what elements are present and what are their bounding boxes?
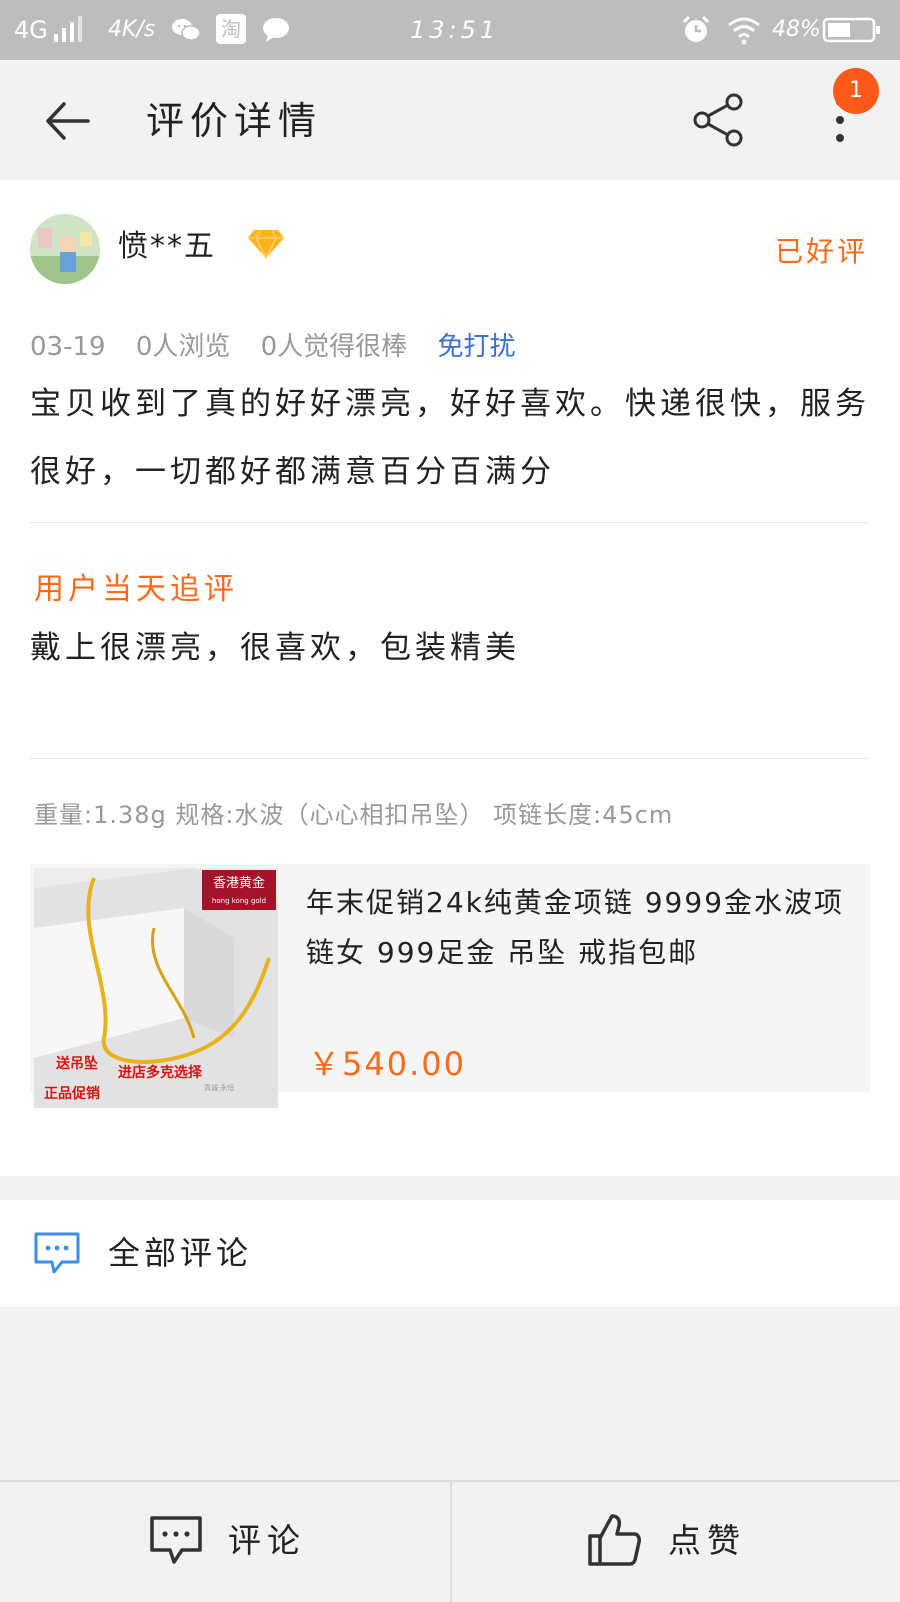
- comment-button[interactable]: 评论: [0, 1482, 452, 1602]
- product-card[interactable]: 香港黄金 hong kong gold 送吊坠 进店多克选择 正品促销 真诚·永…: [30, 864, 870, 1108]
- product-title[interactable]: 年末促销24k纯黄金项链 9999金水波项链女 999足金 吊坠 戒指包邮: [306, 878, 862, 978]
- share-icon[interactable]: [690, 90, 750, 150]
- product-spec: 重量:1.38g 规格:水波（心心相扣吊坠） 项链长度:45cm: [34, 801, 674, 829]
- product-image[interactable]: 香港黄金 hong kong gold 送吊坠 进店多克选择 正品促销 真诚·永…: [34, 868, 278, 1108]
- wifi-icon: [728, 17, 760, 45]
- promo-text-2: 进店多克选择: [118, 1064, 203, 1081]
- divider: [30, 522, 870, 523]
- clock: 13:51: [410, 16, 500, 44]
- small-caption: 真诚·永恒: [204, 1083, 234, 1092]
- battery-percent: 48%: [772, 17, 821, 42]
- review-date: 03-19: [30, 332, 106, 362]
- brand-en-label: hong kong gold: [212, 897, 266, 905]
- view-count: 0人浏览: [135, 332, 231, 362]
- all-comments-row[interactable]: 全部评论: [0, 1200, 900, 1306]
- taobao-icon: 淘: [216, 14, 246, 44]
- all-comments-label: 全部评论: [108, 1234, 253, 1272]
- like-count: 0人觉得很棒: [260, 332, 408, 362]
- follow-up-label: 用户当天追评: [34, 572, 238, 607]
- promo-text-3: 正品促销: [44, 1085, 100, 1102]
- like-label: 点赞: [668, 1521, 746, 1560]
- wechat-icon: [172, 19, 201, 41]
- app-header: 评价详情: [0, 60, 900, 180]
- network-speed: 4K/s: [108, 17, 156, 42]
- bottom-action-bar: 评论 点赞: [0, 1480, 900, 1602]
- like-button[interactable]: 点赞: [452, 1482, 900, 1602]
- divider: [30, 758, 870, 759]
- review-meta: 03-19 0人浏览 0人觉得很棒 免打扰: [30, 330, 537, 364]
- review-card: 愤**五 已好评 03-19 0人浏览 0人觉得很棒 免打扰 宝贝收到了真的好好…: [0, 180, 900, 1176]
- status-bar: 4G 4K/s 淘 13:51 48%: [0, 0, 900, 60]
- comment-bubble-icon: [34, 1232, 80, 1274]
- product-price: ￥540.00: [308, 1045, 466, 1083]
- comment-icon: [150, 1516, 202, 1564]
- network-type: 4G: [14, 16, 48, 44]
- signal-icon: [54, 16, 82, 42]
- comment-label: 评论: [228, 1521, 306, 1560]
- page-title: 评价详情: [146, 99, 323, 143]
- review-content: 宝贝收到了真的好好漂亮，好好喜欢。快递很快，服务很好，一切都好都满意百分百满分: [30, 386, 870, 490]
- username[interactable]: 愤**五: [118, 228, 216, 266]
- avatar[interactable]: [30, 214, 100, 284]
- do-not-disturb-link[interactable]: 免打扰: [437, 332, 515, 362]
- alarm-icon: [682, 15, 710, 42]
- battery-icon: [822, 17, 880, 43]
- diamond-vip-icon: [248, 229, 284, 260]
- back-arrow-icon[interactable]: [40, 96, 96, 146]
- good-review-status: 已好评: [774, 235, 868, 268]
- follow-up-content: 戴上很漂亮，很喜欢，包装精美: [30, 630, 520, 666]
- promo-text-1: 送吊坠: [55, 1055, 98, 1072]
- notification-badge[interactable]: 1: [833, 68, 879, 114]
- brand-label: 香港黄金: [213, 875, 265, 891]
- message-icon: [263, 18, 289, 42]
- thumbs-up-icon: [588, 1514, 641, 1566]
